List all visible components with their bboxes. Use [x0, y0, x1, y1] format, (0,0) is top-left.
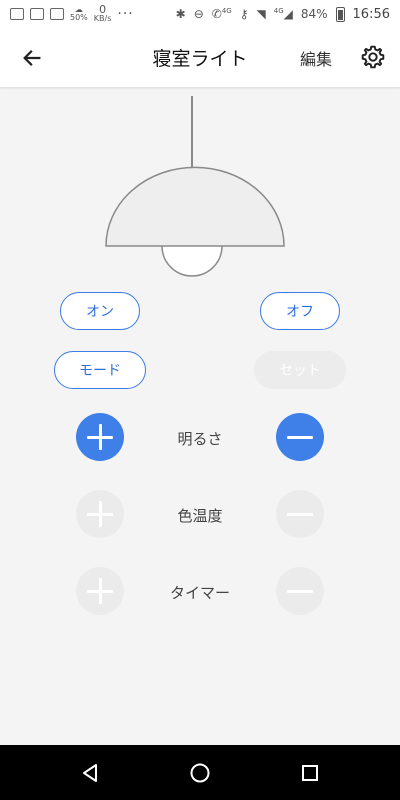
edit-button[interactable]: 編集 [300, 46, 332, 70]
call-icon: ✆4G [211, 7, 232, 21]
gear-icon [361, 45, 385, 69]
set-button[interactable]: セット [254, 351, 346, 389]
timer-label: タイマー [169, 584, 230, 602]
battery-percent: 84% [300, 7, 328, 21]
settings-button[interactable] [358, 42, 388, 72]
status-left-group: ☁ 50% 0 KB/s ··· [10, 4, 134, 23]
image-icon [30, 8, 44, 20]
app-bar: 寝室ライト 編集 [0, 28, 400, 88]
minus-icon [287, 424, 313, 450]
triangle-back-icon [83, 764, 97, 782]
net-type-a: 4G [221, 7, 232, 15]
color-temp-label: 色温度 [177, 507, 223, 525]
minus-icon [287, 501, 313, 527]
percent-small-text: 50% [70, 13, 88, 22]
net-type-b: 4G [273, 7, 284, 15]
bluetooth-icon: ✱ [175, 7, 186, 21]
nav-home-button[interactable] [186, 759, 214, 787]
color-temp-decrease-button[interactable] [276, 490, 324, 538]
do-not-disturb-icon: ⊖ [193, 7, 204, 21]
notification-icon [10, 8, 24, 20]
ceiling-lamp-illustration [105, 96, 285, 277]
power-off-button[interactable]: オフ [260, 292, 340, 330]
key-icon: ⚷ [239, 7, 249, 21]
brightness-decrease-button[interactable] [276, 413, 324, 461]
mode-button[interactable]: モード [54, 351, 146, 389]
clock: 16:56 [352, 6, 390, 22]
arrow-left-icon [23, 49, 41, 66]
wifi-icon: ◥ [256, 7, 266, 21]
more-notifications-icon: ··· [117, 6, 134, 22]
lamp-shade [105, 166, 285, 247]
back-button[interactable] [10, 36, 54, 80]
status-right-group: ✱ ⊖ ✆4G ⚷ ◥ 4G◢ 84% 16:56 [175, 6, 390, 22]
square-recent-icon [302, 765, 318, 781]
cloud-percent: ☁ 50% [70, 6, 88, 22]
signal-icon: 4G◢ [273, 7, 293, 21]
circle-home-icon [190, 763, 210, 783]
page-title: 寝室ライト [152, 48, 248, 70]
network-speed: 0 KB/s [93, 4, 112, 23]
status-bar: ☁ 50% 0 KB/s ··· ✱ ⊖ ✆4G ⚷ ◥ 4G◢ 84% 16:… [0, 0, 400, 28]
system-nav-bar [0, 745, 400, 800]
brightness-label: 明るさ [177, 430, 223, 448]
nav-back-button[interactable] [76, 759, 104, 787]
minus-icon [287, 578, 313, 604]
battery-icon [335, 6, 345, 22]
speed-unit: KB/s [93, 13, 112, 23]
power-on-button[interactable]: オン [60, 292, 140, 330]
timer-decrease-button[interactable] [276, 567, 324, 615]
mail-icon [50, 8, 64, 20]
nav-recent-button[interactable] [296, 759, 324, 787]
